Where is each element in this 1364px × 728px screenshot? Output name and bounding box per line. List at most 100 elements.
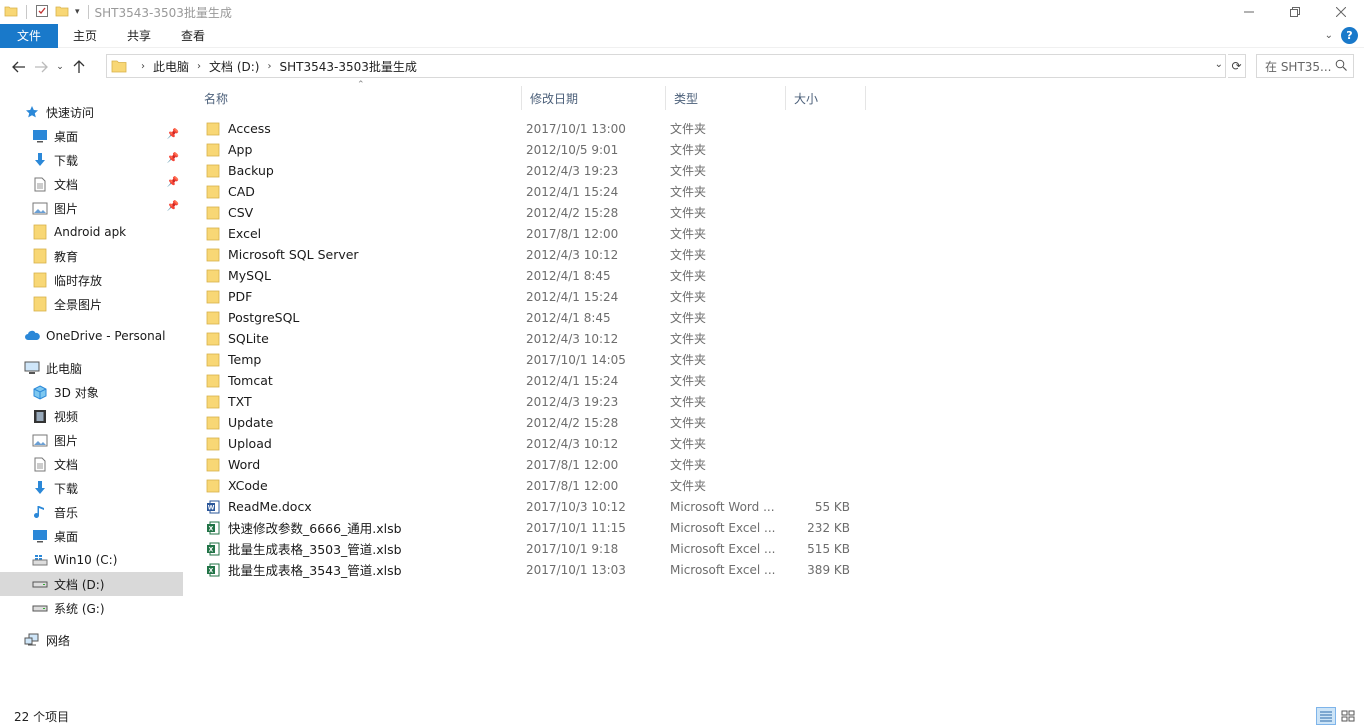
minimize-button[interactable] [1226,0,1272,24]
nav-onedrive[interactable]: OneDrive - Personal [0,324,183,348]
file-name-cell: Tomcat [196,373,526,388]
customize-toolbar-icon[interactable]: ▾ [75,7,80,17]
nav-pictures-pinned[interactable]: 图片 📌 [0,196,183,220]
breadcrumb-this-pc[interactable]: 此电脑 [153,58,189,75]
nav-item-label: 下载 [54,153,79,168]
file-date: 2012/4/1 8:45 [526,310,611,325]
file-type: Microsoft Excel ... [670,541,776,556]
file-type: 文件夹 [670,248,707,262]
nav-drive-g[interactable]: 系统 (G:) [0,596,183,620]
file-row[interactable]: Access 2017/10/1 13:00 文件夹 [196,118,866,139]
column-header-type[interactable]: 类型 [666,86,786,110]
file-row[interactable]: CSV 2012/4/2 15:28 文件夹 [196,202,866,223]
nav-item-label: 系统 (G:) [54,601,105,616]
nav-desktop[interactable]: 桌面 [0,524,183,548]
file-row[interactable]: Upload 2012/4/3 10:12 文件夹 [196,433,866,454]
address-dropdown-icon[interactable]: ⌄ [1215,59,1223,70]
file-row[interactable]: X 批量生成表格_3543_管道.xlsb 2017/10/1 13:03 Micro… [196,559,866,580]
file-row[interactable]: App 2012/10/5 9:01 文件夹 [196,139,866,160]
back-button[interactable] [8,56,30,78]
nav-3d-objects[interactable]: 3D 对象 [0,380,183,404]
nav-music[interactable]: 音乐 [0,500,183,524]
file-row[interactable]: Update 2012/4/2 15:28 文件夹 [196,412,866,433]
file-type: 文件夹 [670,437,707,451]
forward-button[interactable] [30,56,52,78]
file-name: CSV [228,205,254,220]
recent-locations-button[interactable]: ⌄ [52,56,68,78]
file-row[interactable]: Word 2017/8/1 12:00 文件夹 [196,454,866,475]
help-icon[interactable]: ? [1341,27,1358,44]
nav-pictures[interactable]: 图片 [0,428,183,452]
file-row[interactable]: Microsoft SQL Server 2012/4/3 10:12 文件夹 [196,244,866,265]
file-date: 2012/4/3 19:23 [526,163,619,178]
file-row[interactable]: X 快速修改参数_6666_通用.xlsb 2017/10/1 11:15 Micro… [196,517,866,538]
navigation-bar: ⌄ › 此电脑 › 文档 (D:) › SHT3543-3503批量生成 ⌄ ⟳… [0,54,1364,80]
nav-item-label: 音乐 [54,505,79,520]
nav-temp-storage[interactable]: 临时存放 [0,268,183,292]
nav-documents[interactable]: 文档 [0,452,183,476]
file-date: 2012/4/3 10:12 [526,247,619,262]
nav-videos[interactable]: 视频 [0,404,183,428]
file-row[interactable]: PostgreSQL 2012/4/1 8:45 文件夹 [196,307,866,328]
breadcrumb-current-folder[interactable]: SHT3543-3503批量生成 [279,58,416,75]
up-button[interactable] [68,56,90,78]
file-row[interactable]: SQLite 2012/4/3 10:12 文件夹 [196,328,866,349]
file-row[interactable]: MySQL 2012/4/1 8:45 文件夹 [196,265,866,286]
file-name: Access [228,121,271,136]
tab-share[interactable]: 共享 [112,24,166,48]
details-view-icon[interactable] [1316,707,1336,725]
file-row[interactable]: Tomcat 2012/4/1 15:24 文件夹 [196,370,866,391]
nav-downloads[interactable]: 下载 [0,476,183,500]
refresh-button[interactable]: ⟳ [1228,54,1246,78]
file-name-cell: W ReadMe.docx [196,499,526,514]
file-size: 389 KB [807,562,850,577]
file-row[interactable]: PDF 2012/4/1 15:24 文件夹 [196,286,866,307]
nav-network[interactable]: 网络 [0,628,183,652]
pin-icon[interactable]: 📌 [167,153,179,164]
search-input[interactable]: 在 SHT35... [1256,54,1354,78]
pin-icon[interactable]: 📌 [167,129,179,140]
large-icons-view-icon[interactable] [1338,707,1358,725]
nav-downloads-pinned[interactable]: 下载 📌 [0,148,183,172]
file-row[interactable]: CAD 2012/4/1 15:24 文件夹 [196,181,866,202]
nav-documents-pinned[interactable]: 文档 📌 [0,172,183,196]
nav-panorama-pictures[interactable]: 全景图片 [0,292,183,316]
nav-quick-access[interactable]: 快速访问 [0,100,183,124]
column-header-size[interactable]: 大小 [786,86,866,110]
file-row[interactable]: Excel 2017/8/1 12:00 文件夹 [196,223,866,244]
file-name: Tomcat [228,373,273,388]
new-folder-icon[interactable] [55,4,69,21]
expand-ribbon-icon[interactable]: ⌄ [1325,30,1333,41]
pin-icon[interactable]: 📌 [167,201,179,212]
tab-view[interactable]: 查看 [166,24,220,48]
close-button[interactable] [1318,0,1364,24]
nav-drive-d[interactable]: 文档 (D:) [0,572,183,596]
tab-file[interactable]: 文件 [0,23,58,48]
search-icon[interactable] [1335,59,1347,74]
file-name-cell: Backup [196,163,526,178]
nav-education[interactable]: 教育 [0,244,183,268]
file-row[interactable]: X 批量生成表格_3503_管道.xlsb 2017/10/1 9:18 Micros… [196,538,866,559]
nav-drive-c[interactable]: Win10 (C:) [0,548,183,572]
column-header-name[interactable]: 名称 [196,86,522,110]
pin-icon[interactable]: 📌 [167,177,179,188]
nav-this-pc[interactable]: 此电脑 [0,356,183,380]
file-row[interactable]: Backup 2012/4/3 19:23 文件夹 [196,160,866,181]
file-row[interactable]: TXT 2012/4/3 19:23 文件夹 [196,391,866,412]
column-header-row: 名称 修改日期 类型 大小 [196,86,866,110]
tab-home[interactable]: 主页 [58,24,112,48]
file-row[interactable]: Temp 2017/10/1 14:05 文件夹 [196,349,866,370]
picture-icon [32,200,48,216]
maximize-button[interactable] [1272,0,1318,24]
nav-desktop-pinned[interactable]: 桌面 📌 [0,124,183,148]
column-header-date[interactable]: 修改日期 [522,86,666,110]
nav-item-label: 文档 [54,457,79,472]
file-date: 2012/4/3 19:23 [526,394,619,409]
file-row[interactable]: XCode 2017/8/1 12:00 文件夹 [196,475,866,496]
nav-android-apk[interactable]: Android apk [0,220,183,244]
address-bar[interactable]: › 此电脑 › 文档 (D:) › SHT3543-3503批量生成 ⌄ [106,54,1226,78]
excel-file-icon: X [206,542,220,556]
breadcrumb-drive-d[interactable]: 文档 (D:) [209,58,259,75]
file-row[interactable]: W ReadMe.docx 2017/10/3 10:12 Microsoft Wor… [196,496,866,517]
properties-icon[interactable] [35,4,49,21]
